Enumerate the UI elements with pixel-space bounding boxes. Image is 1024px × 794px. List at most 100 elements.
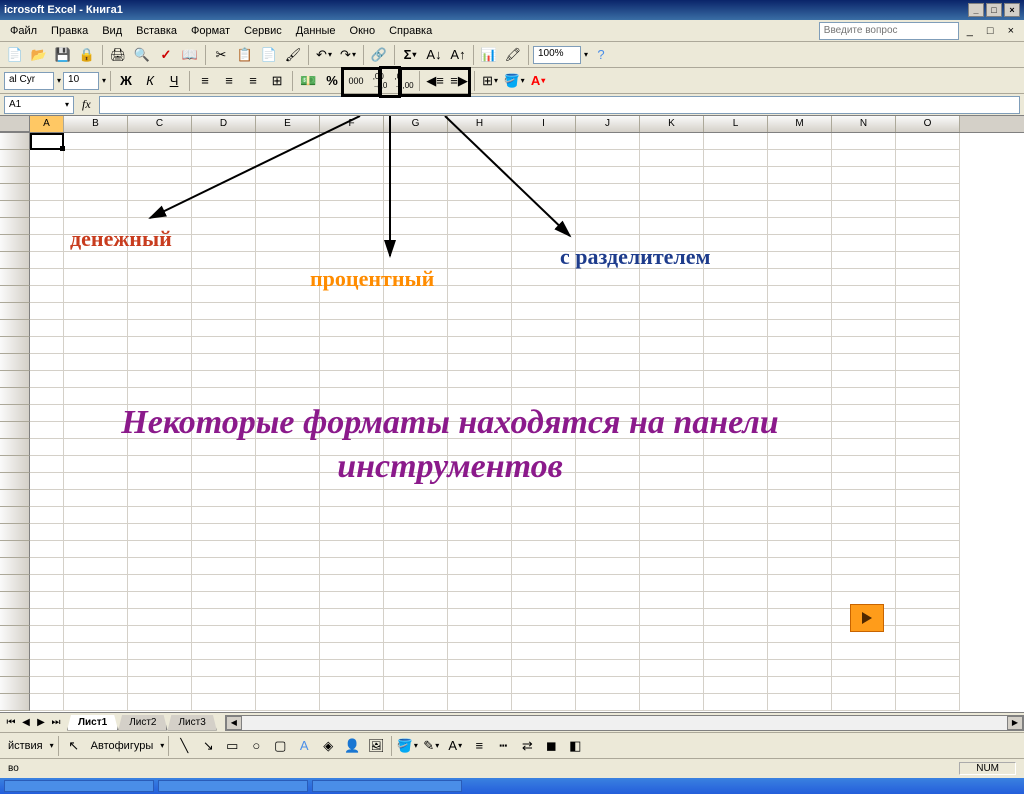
row-header[interactable] bbox=[0, 643, 30, 660]
cell[interactable] bbox=[832, 643, 896, 660]
cell[interactable] bbox=[64, 286, 128, 303]
cell[interactable] bbox=[896, 252, 960, 269]
cell[interactable] bbox=[320, 133, 384, 150]
cell[interactable] bbox=[256, 660, 320, 677]
cell[interactable] bbox=[832, 541, 896, 558]
autoshapes-label[interactable]: Автофигуры bbox=[87, 738, 158, 754]
cell[interactable] bbox=[30, 133, 64, 150]
cell[interactable] bbox=[448, 371, 512, 388]
cell[interactable] bbox=[128, 167, 192, 184]
cell[interactable] bbox=[832, 354, 896, 371]
cell[interactable] bbox=[384, 320, 448, 337]
cell[interactable] bbox=[30, 507, 64, 524]
cell[interactable] bbox=[30, 473, 64, 490]
menu-insert[interactable]: Вставка bbox=[130, 23, 183, 39]
cell[interactable] bbox=[256, 524, 320, 541]
cell[interactable] bbox=[832, 303, 896, 320]
row-header[interactable] bbox=[0, 439, 30, 456]
cell[interactable] bbox=[128, 626, 192, 643]
cell[interactable] bbox=[256, 303, 320, 320]
menu-view[interactable]: Вид bbox=[96, 23, 128, 39]
cell[interactable] bbox=[192, 575, 256, 592]
cell[interactable] bbox=[512, 490, 576, 507]
cell[interactable] bbox=[576, 269, 640, 286]
cell[interactable] bbox=[896, 371, 960, 388]
column-header[interactable]: M bbox=[768, 116, 832, 132]
cell[interactable] bbox=[448, 218, 512, 235]
cell[interactable] bbox=[512, 184, 576, 201]
cell[interactable] bbox=[320, 677, 384, 694]
cell[interactable] bbox=[576, 354, 640, 371]
cell[interactable] bbox=[30, 320, 64, 337]
cell[interactable] bbox=[640, 150, 704, 167]
cell[interactable] bbox=[576, 201, 640, 218]
cell[interactable] bbox=[384, 660, 448, 677]
shadow-icon[interactable]: ◼ bbox=[540, 735, 562, 757]
sheet-tab-3[interactable]: Лист3 bbox=[167, 715, 216, 731]
cell[interactable] bbox=[640, 609, 704, 626]
column-header[interactable]: F bbox=[320, 116, 384, 132]
cell[interactable] bbox=[896, 354, 960, 371]
cell[interactable] bbox=[832, 677, 896, 694]
cell[interactable] bbox=[640, 184, 704, 201]
cell[interactable] bbox=[896, 575, 960, 592]
cell[interactable] bbox=[576, 337, 640, 354]
cell[interactable] bbox=[192, 167, 256, 184]
cell[interactable] bbox=[896, 218, 960, 235]
cell[interactable] bbox=[30, 660, 64, 677]
cell[interactable] bbox=[768, 252, 832, 269]
cell[interactable] bbox=[64, 575, 128, 592]
cell[interactable] bbox=[832, 235, 896, 252]
cell[interactable] bbox=[128, 592, 192, 609]
cell[interactable] bbox=[768, 150, 832, 167]
cell[interactable] bbox=[256, 371, 320, 388]
cell[interactable] bbox=[768, 643, 832, 660]
cell[interactable] bbox=[768, 609, 832, 626]
row-header[interactable] bbox=[0, 456, 30, 473]
cell[interactable] bbox=[832, 184, 896, 201]
column-header[interactable]: L bbox=[704, 116, 768, 132]
cell[interactable] bbox=[128, 252, 192, 269]
cell[interactable] bbox=[768, 303, 832, 320]
decrease-decimal-icon[interactable]: ,0→,00 bbox=[393, 70, 415, 92]
cell[interactable] bbox=[384, 507, 448, 524]
cell[interactable] bbox=[448, 643, 512, 660]
cell[interactable] bbox=[576, 643, 640, 660]
cell[interactable] bbox=[576, 507, 640, 524]
row-header[interactable] bbox=[0, 626, 30, 643]
cell[interactable] bbox=[64, 694, 128, 711]
taskbar-item[interactable] bbox=[312, 780, 462, 792]
menu-edit[interactable]: Правка bbox=[45, 23, 94, 39]
cell[interactable] bbox=[512, 575, 576, 592]
cell[interactable] bbox=[640, 490, 704, 507]
cell[interactable] bbox=[192, 337, 256, 354]
row-header[interactable] bbox=[0, 609, 30, 626]
cell[interactable] bbox=[512, 592, 576, 609]
cell[interactable] bbox=[768, 235, 832, 252]
cell[interactable] bbox=[640, 133, 704, 150]
cell[interactable] bbox=[64, 677, 128, 694]
cell[interactable] bbox=[64, 184, 128, 201]
cell[interactable] bbox=[576, 524, 640, 541]
cell[interactable] bbox=[768, 320, 832, 337]
cell[interactable] bbox=[384, 371, 448, 388]
cell[interactable] bbox=[832, 439, 896, 456]
select-objects-icon[interactable]: ↖ bbox=[63, 735, 85, 757]
cell[interactable] bbox=[640, 660, 704, 677]
cell[interactable] bbox=[896, 473, 960, 490]
cell[interactable] bbox=[448, 507, 512, 524]
cell[interactable] bbox=[30, 184, 64, 201]
cell[interactable] bbox=[192, 558, 256, 575]
cell[interactable] bbox=[512, 354, 576, 371]
cell[interactable] bbox=[256, 575, 320, 592]
cell[interactable] bbox=[576, 490, 640, 507]
cell[interactable] bbox=[640, 541, 704, 558]
cell[interactable] bbox=[64, 252, 128, 269]
cell[interactable] bbox=[704, 677, 768, 694]
cell[interactable] bbox=[640, 592, 704, 609]
cell[interactable] bbox=[30, 558, 64, 575]
cell[interactable] bbox=[30, 490, 64, 507]
column-header[interactable]: J bbox=[576, 116, 640, 132]
cell[interactable] bbox=[512, 507, 576, 524]
cell[interactable] bbox=[704, 524, 768, 541]
